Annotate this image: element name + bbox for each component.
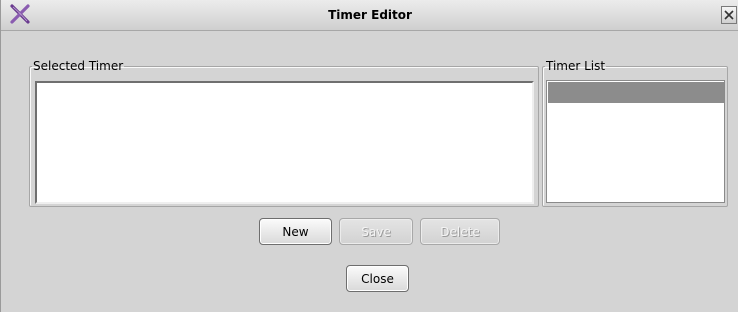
timer-editor-window: Timer Editor Selected Timer Timer List N…: [0, 0, 738, 312]
selected-timer-area[interactable]: [35, 81, 534, 204]
timer-list-legend: Timer List: [546, 59, 606, 73]
close-icon[interactable]: [721, 6, 737, 24]
timer-list-item-selected[interactable]: [548, 82, 724, 103]
title-bar[interactable]: Timer Editor: [1, 0, 738, 31]
close-button[interactable]: Close: [346, 265, 409, 292]
selected-timer-legend: Selected Timer: [33, 59, 124, 73]
save-button[interactable]: Save: [339, 218, 413, 245]
delete-button[interactable]: Delete: [420, 218, 500, 245]
window-title: Timer Editor: [328, 8, 412, 22]
timer-list[interactable]: [546, 80, 725, 203]
new-button[interactable]: New: [259, 218, 332, 245]
